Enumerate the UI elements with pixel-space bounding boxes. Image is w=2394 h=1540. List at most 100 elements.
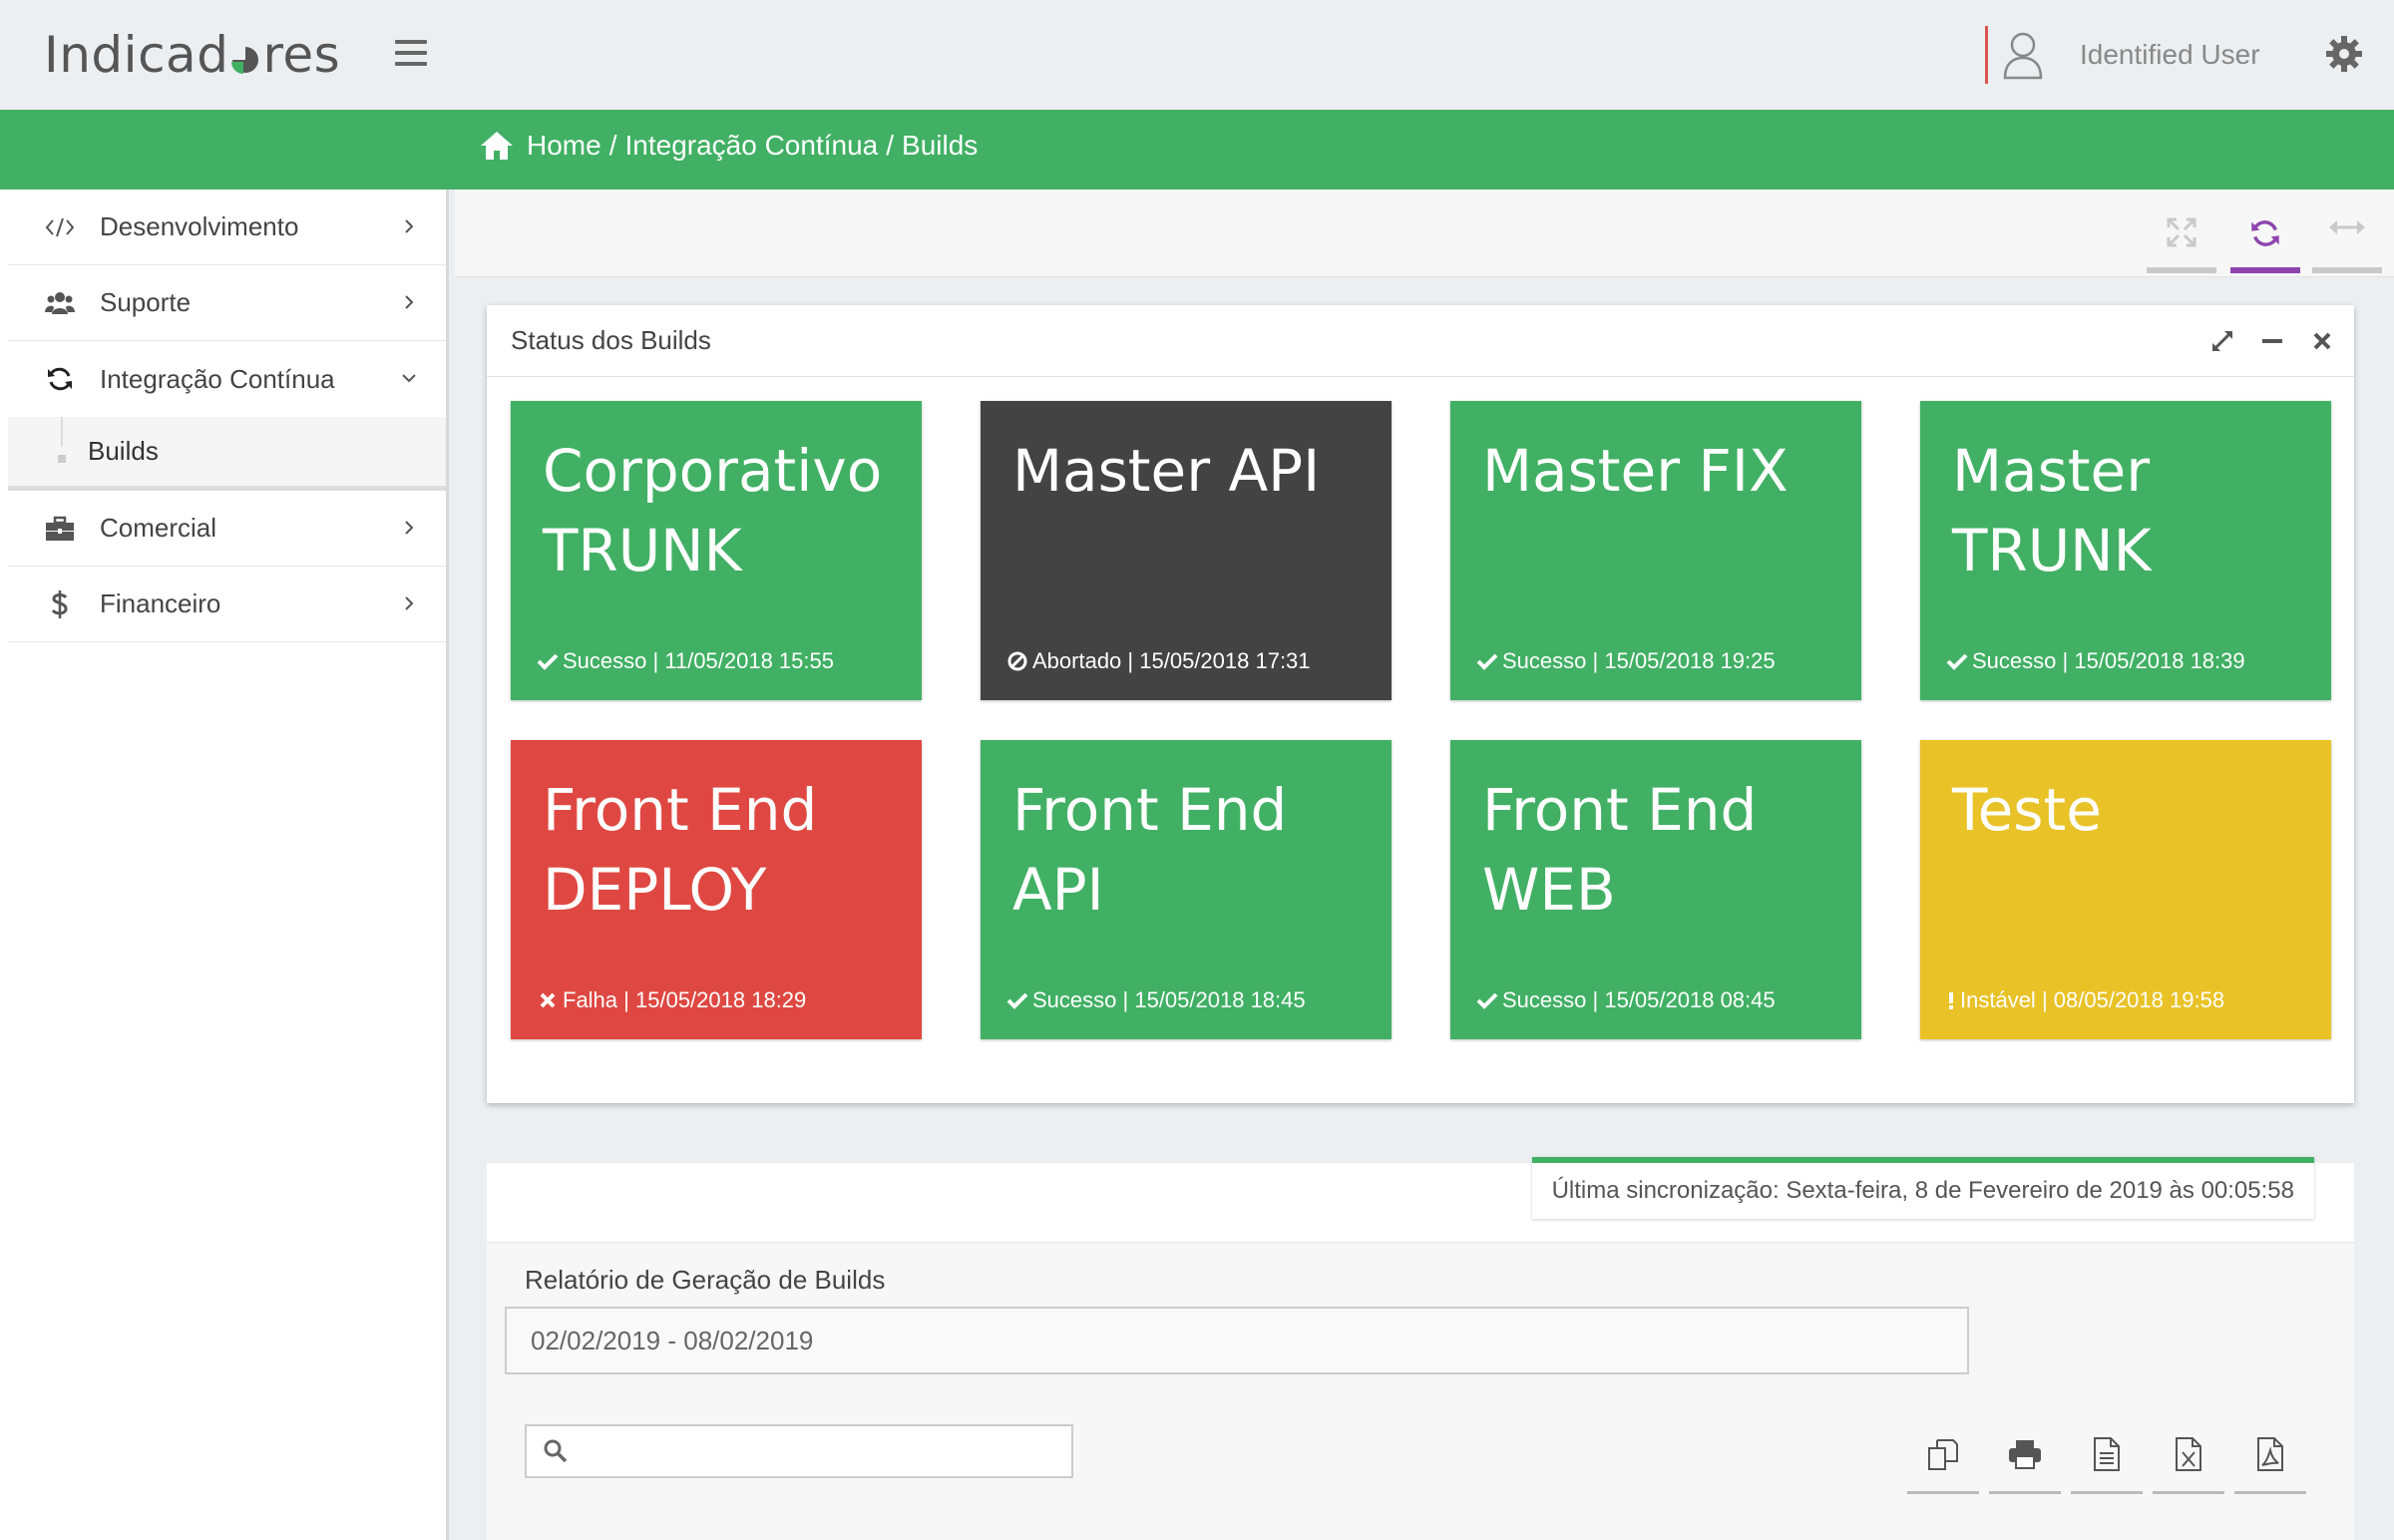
sidebar-item-financeiro[interactable]: Financeiro (8, 567, 446, 642)
sidebar-item-integracao-continua[interactable]: Integração Contínua (8, 341, 446, 417)
build-tile[interactable]: Master FIX Sucesso | 15/05/2018 19:25 (1450, 401, 1861, 700)
sidebar-item-label: Suporte (100, 287, 192, 317)
check-icon (1006, 989, 1028, 1011)
build-tile[interactable]: Teste Instável | 08/05/2018 19:58 (1920, 740, 2331, 1039)
logo-text-end: res (262, 26, 341, 84)
minimize-panel-icon[interactable] (2258, 327, 2286, 355)
dollar-icon (44, 588, 76, 620)
check-icon (537, 650, 559, 672)
build-tile[interactable]: Master API Abortado | 15/05/2018 17:31 (981, 401, 1392, 700)
build-status: Falha | 15/05/2018 18:29 (537, 987, 806, 1013)
build-date: 11/05/2018 15:55 (664, 648, 834, 673)
users-icon (44, 287, 76, 319)
report-header: Última sincronização: Sexta-feira, 8 de … (487, 1157, 2354, 1243)
build-status-text: Sucesso (1502, 648, 1587, 673)
user-name: Identified User (2080, 39, 2260, 70)
app-logo[interactable]: Indicad res (44, 26, 340, 84)
sidebar-item-label: Integração Contínua (100, 363, 335, 394)
build-status-panel: Status dos Builds Corporativo TRUNK Suce… (487, 305, 2354, 1103)
build-name: Master API (1012, 437, 1321, 505)
sidebar-item-comercial[interactable]: Comercial (8, 491, 446, 567)
build-date: 15/05/2018 17:31 (1139, 648, 1311, 673)
copy-icon (1928, 1439, 1958, 1470)
sidebar-item-desenvolvimento[interactable]: Desenvolvimento (8, 190, 446, 265)
pie-chart-icon (229, 30, 261, 74)
build-status-text: Sucesso (1972, 648, 2057, 673)
gear-icon[interactable] (2324, 34, 2364, 74)
date-range-input[interactable]: 02/02/2019 - 08/02/2019 (505, 1307, 1969, 1374)
arrows-horizontal-icon (2329, 220, 2365, 234)
build-status: Sucesso | 15/05/2018 08:45 (1476, 987, 1776, 1013)
sidebar-item-label: Financeiro (100, 588, 221, 618)
build-status: Instável | 08/05/2018 19:58 (1946, 987, 2224, 1013)
build-status: Sucesso | 15/05/2018 18:45 (1006, 987, 1306, 1013)
check-icon (1476, 989, 1498, 1011)
check-icon (1476, 650, 1498, 672)
chevron-right-icon (405, 219, 414, 233)
close-panel-icon[interactable] (2308, 327, 2336, 355)
breadcrumb-builds: Builds (902, 130, 979, 161)
user-avatar-icon (2003, 32, 2043, 80)
copy-button[interactable] (1907, 1428, 1979, 1494)
sidebar-item-label: Comercial (100, 513, 217, 543)
export-csv-button[interactable] (2071, 1428, 2143, 1494)
tree-line (61, 417, 63, 447)
file-pdf-icon (2257, 1437, 2283, 1471)
export-excel-button[interactable] (2153, 1428, 2224, 1494)
build-name: Master TRUNK (1952, 437, 2152, 584)
build-tile[interactable]: Front End API Sucesso | 15/05/2018 18:45 (981, 740, 1392, 1039)
build-status: Sucesso | 15/05/2018 18:39 (1946, 648, 2245, 674)
panel-title: Status dos Builds (511, 325, 711, 355)
build-tile[interactable]: Front End DEPLOY Falha | 15/05/2018 18:2… (511, 740, 922, 1039)
build-tile[interactable]: Master TRUNK Sucesso | 15/05/2018 18:39 (1920, 401, 2331, 700)
build-tile[interactable]: Front End WEB Sucesso | 15/05/2018 08:45 (1450, 740, 1861, 1039)
build-date: 08/05/2018 19:58 (2053, 987, 2225, 1012)
refresh-button[interactable] (2230, 209, 2300, 273)
sidebar-subitem-builds[interactable]: Builds (8, 417, 446, 491)
build-status: Sucesso | 11/05/2018 15:55 (537, 648, 834, 674)
breadcrumb-home[interactable]: Home (527, 130, 601, 162)
build-status: Abortado | 15/05/2018 17:31 (1006, 648, 1311, 674)
dashboard-toolbar (455, 190, 2394, 277)
times-icon (537, 989, 559, 1011)
build-date: 15/05/2018 19:25 (1604, 648, 1776, 673)
file-text-icon (2094, 1437, 2120, 1471)
refresh-icon (44, 363, 76, 395)
breadcrumb-bar: Home / Integração Contínua / Builds (0, 110, 2394, 190)
expand-icon (2167, 217, 2196, 247)
build-status: Sucesso | 15/05/2018 19:25 (1476, 648, 1776, 674)
menu-toggle-icon[interactable] (395, 40, 427, 68)
build-status-text: Sucesso (1032, 987, 1117, 1012)
build-name: Front End API (1012, 776, 1288, 924)
exclamation-icon (1946, 989, 1956, 1011)
search-icon (544, 1439, 568, 1463)
build-tile[interactable]: Corporativo TRUNK Sucesso | 11/05/2018 1… (511, 401, 922, 700)
build-status-text: Instável (1960, 987, 2036, 1012)
home-icon[interactable] (479, 130, 515, 162)
print-icon (2009, 1440, 2041, 1469)
check-icon (1946, 650, 1968, 672)
briefcase-icon (44, 513, 76, 545)
sidebar-subitem-label: Builds (88, 436, 159, 466)
code-icon (44, 211, 76, 243)
export-pdf-button[interactable] (2234, 1428, 2306, 1494)
build-date: 15/05/2018 18:29 (635, 987, 807, 1012)
expand-panel-icon[interactable] (2208, 327, 2236, 355)
panel-header: Status dos Builds (487, 305, 2354, 377)
breadcrumb-integracao[interactable]: Integração Contínua (624, 130, 878, 162)
user-menu[interactable]: Identified User (1985, 26, 2260, 84)
breadcrumb: Home / Integração Contínua / Builds (479, 130, 978, 162)
logo-text-start: Indicad (44, 26, 229, 84)
search-input[interactable] (525, 1424, 1073, 1478)
sidebar-item-suporte[interactable]: Suporte (8, 265, 446, 341)
widen-button[interactable] (2312, 209, 2382, 273)
build-report-panel: Última sincronização: Sexta-feira, 8 de … (487, 1157, 2354, 1540)
print-button[interactable] (1989, 1428, 2061, 1494)
breadcrumb-separator: / (608, 130, 617, 161)
file-excel-icon (2176, 1437, 2201, 1471)
sidebar-item-label: Desenvolvimento (100, 211, 299, 241)
build-status-text: Falha (563, 987, 618, 1012)
fullscreen-button[interactable] (2147, 209, 2216, 273)
report-title: Relatório de Geração de Builds (525, 1265, 886, 1295)
tree-dot (58, 455, 66, 463)
